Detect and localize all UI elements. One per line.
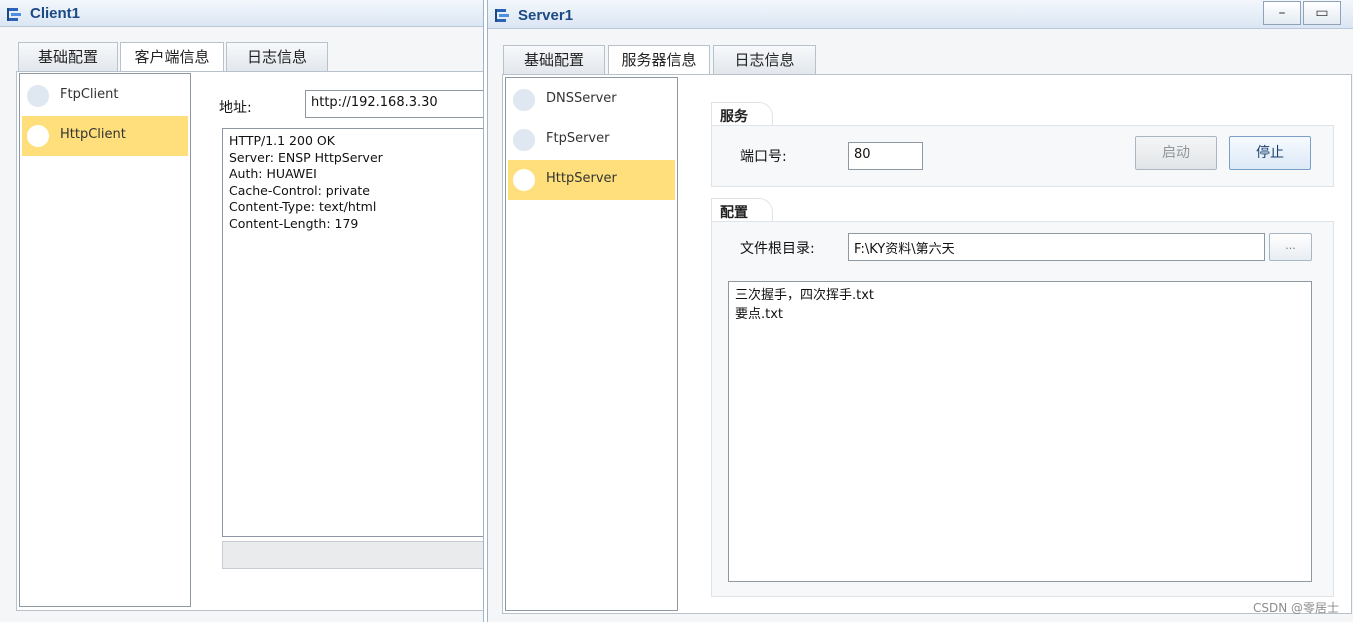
config-group-title: 配置 [711,198,773,222]
server-tab-log-info[interactable]: 日志信息 [713,45,816,75]
client-tab-log-info[interactable]: 日志信息 [226,42,328,72]
client-progress-bar [222,541,483,569]
response-line: Content-Length: 179 [229,215,359,231]
file-list-textarea[interactable]: 三次握手，四次挥手.txt 要点.txt [728,281,1312,582]
list-item-httpclient[interactable]: HttpClient [22,116,188,156]
response-line: HTTP/1.1 200 OK [229,133,335,148]
list-item-label: FtpClient [60,87,119,102]
client-titlebar[interactable]: Client1 [0,0,483,27]
server-tab-basic-config[interactable]: 基础配置 [503,45,605,75]
root-dir-input[interactable]: F:\KY资料\第六天 [848,233,1265,261]
client-window-title: Client1 [30,5,81,22]
client-tab-client-info[interactable]: 客户端信息 [120,42,224,72]
maximize-button[interactable]: ▭ [1303,1,1341,25]
status-dot-icon [27,125,49,147]
status-dot-icon [513,89,535,111]
server-tab-server-info[interactable]: 服务器信息 [608,45,710,75]
status-dot-icon [27,85,49,107]
address-label: 地址: [219,100,252,116]
client-tab-basic-config[interactable]: 基础配置 [18,42,118,72]
client-window: Client1 基础配置 客户端信息 日志信息 FtpClient HttpCl… [0,0,484,622]
http-response-textarea[interactable]: HTTP/1.1 200 OK Server: ENSP HttpServer … [222,128,483,537]
client-app-list: FtpClient HttpClient [19,73,191,607]
response-line: Server: ENSP HttpServer [229,149,383,165]
file-item[interactable]: 三次握手，四次挥手.txt [735,286,1305,305]
root-dir-label: 文件根目录: [740,241,815,257]
list-item-label: HttpServer [546,171,617,186]
response-line: Content-Type: text/html [229,199,377,214]
status-dot-icon [513,169,535,191]
list-item-ftpserver[interactable]: FtpServer [508,120,675,160]
app-icon [494,6,512,24]
list-item-ftpclient[interactable]: FtpClient [22,76,188,116]
browse-button[interactable]: ... [1269,233,1312,261]
server-window: Server1 – ▭ 基础配置 服务器信息 日志信息 DNSServer Ft… [487,0,1353,622]
response-line: Auth: HUAWEI [229,166,317,181]
start-button[interactable]: 启动 [1135,136,1217,170]
response-line: Cache-Control: private [229,182,370,198]
server-window-title: Server1 [518,7,574,24]
status-dot-icon [513,129,535,151]
address-input[interactable]: http://192.168.3.30 [305,90,483,118]
list-item-httpserver[interactable]: HttpServer [508,160,675,200]
server-titlebar[interactable]: Server1 – ▭ [488,0,1353,29]
minimize-button[interactable]: – [1263,1,1301,25]
file-item[interactable]: 要点.txt [735,305,1305,324]
list-item-dnsserver[interactable]: DNSServer [508,80,675,120]
app-icon [6,5,24,23]
port-input[interactable]: 80 [848,142,923,170]
service-group-title: 服务 [711,102,773,126]
list-item-label: HttpClient [60,127,126,142]
port-label: 端口号: [740,149,787,165]
list-item-label: FtpServer [546,131,610,146]
server-app-list: DNSServer FtpServer HttpServer [505,77,678,611]
list-item-label: DNSServer [546,91,617,106]
stop-button[interactable]: 停止 [1229,136,1311,170]
watermark: CSDN @零居士 [1252,601,1339,615]
